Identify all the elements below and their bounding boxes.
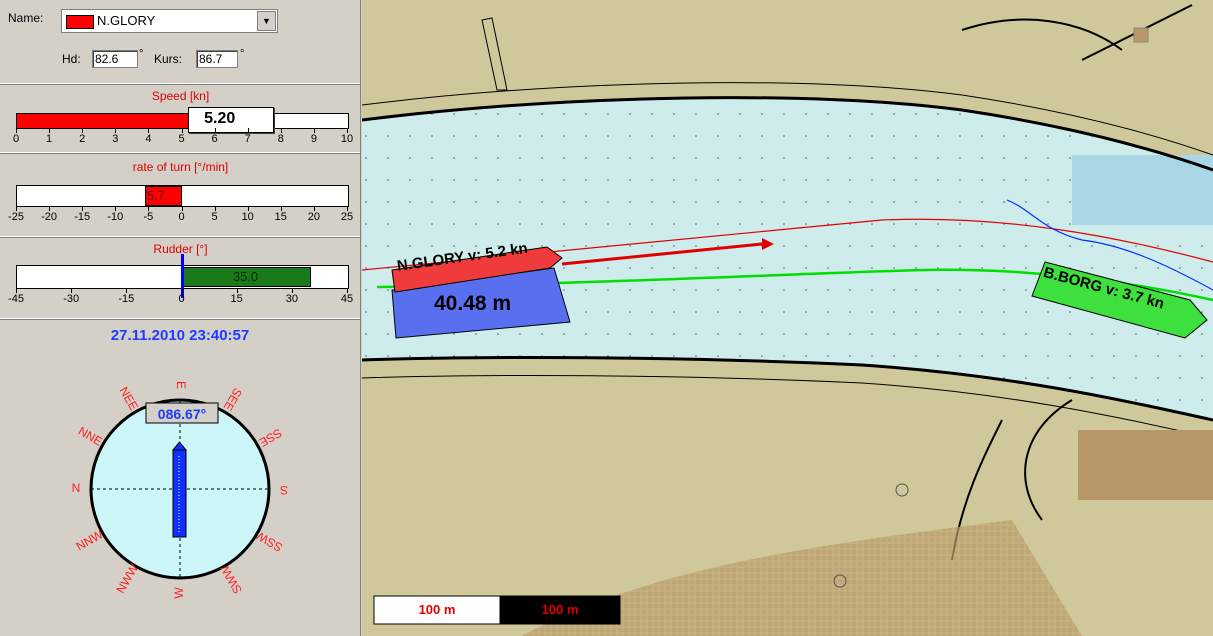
rot-gauge: 5.7 — [16, 185, 349, 207]
scale-white-label: 100 m — [418, 602, 456, 617]
kurs-label: Kurs: — [154, 52, 183, 66]
scale-tick-label: 30 — [285, 293, 298, 305]
hd-label: Hd: — [62, 52, 81, 66]
rot-title: rate of turn [°/min] — [132, 160, 229, 174]
vessel-select[interactable]: N.GLORY ▼ — [61, 9, 278, 33]
speed-gauge — [16, 113, 349, 129]
chart-map[interactable]: N.GLORY v: 5.2 kn 40.48 m B.BORG v: 3.7 … — [362, 0, 1213, 636]
scale-tick-label: 3 — [112, 133, 119, 145]
divider — [0, 236, 360, 238]
scale-black-label: 100 m — [541, 602, 579, 617]
scale-tick-label: -45 — [8, 293, 24, 305]
hd-field[interactable]: 82.6 — [92, 50, 138, 68]
map-canvas[interactable] — [362, 0, 1213, 636]
scale-tick-label: 2 — [79, 133, 86, 145]
scale-tick-label: 45 — [340, 293, 354, 305]
scale-tick-label: 9 — [310, 133, 317, 145]
scale-tick-label: -15 — [118, 293, 135, 305]
scale-tick-label: 5 — [211, 211, 218, 223]
datetime: 27.11.2010 23:40:57 — [110, 327, 250, 344]
compass-direction-label: NNE — [76, 424, 105, 449]
scale-tick-label: 6 — [211, 133, 218, 145]
speed-fill — [17, 114, 190, 128]
scale-tick-label: 1 — [46, 133, 53, 145]
scale-tick-label: 20 — [307, 211, 321, 223]
scale-tick-label: 25 — [340, 211, 354, 223]
scale-tick-label: 15 — [274, 211, 287, 223]
scale-tick-label: 4 — [145, 133, 152, 145]
scale-tick-label: -25 — [8, 211, 24, 223]
divider — [0, 318, 360, 320]
scale-tick-label: 10 — [340, 133, 354, 145]
chevron-down-icon[interactable]: ▼ — [257, 11, 276, 31]
compass-direction-label: N — [72, 481, 81, 495]
rot-value: 5.7 — [146, 188, 165, 203]
divider — [0, 83, 360, 85]
kurs-unit: ° — [240, 48, 245, 60]
scale-tick-label: -15 — [74, 211, 91, 223]
scale-tick-label: -10 — [107, 211, 124, 223]
distance-label: 40.48 m — [434, 292, 512, 315]
scale-tick-label: -5 — [143, 211, 154, 223]
vessel-color-swatch — [66, 15, 94, 29]
compass-direction-label: W — [172, 587, 186, 599]
hd-unit: ° — [139, 48, 144, 60]
speed-title: Speed [kn] — [151, 89, 210, 103]
compass-direction-label: NEE — [116, 384, 140, 412]
name-label: Name: — [8, 11, 44, 25]
compass-heading: 086.67° — [157, 406, 207, 422]
compass-direction-label: E — [174, 381, 188, 389]
scale-tick-label: 0 — [178, 293, 185, 305]
scale-tick-label: 10 — [241, 211, 254, 223]
compass-direction-label: SEE — [221, 385, 245, 413]
rudder-value: 35.0 — [232, 269, 259, 284]
scale-tick-label: 0 — [12, 133, 20, 145]
control-panel: Name: N.GLORY ▼ Hd: 82.6 ° Kurs: 86.7 ° … — [0, 0, 361, 636]
kurs-field[interactable]: 86.7 — [196, 50, 238, 68]
scale-tick-label: -30 — [63, 293, 80, 305]
scale-tick-label: 0 — [178, 211, 185, 223]
scale-tick-label: 8 — [277, 133, 284, 145]
scale-tick-label: -20 — [41, 211, 58, 223]
divider — [0, 152, 360, 154]
scale-tick-label: 5 — [178, 133, 185, 145]
vessel-name: N.GLORY — [97, 13, 156, 28]
scale-tick-label: 15 — [230, 293, 243, 305]
compass: ESEESSESSSWSWWWNWWNNWNNNENEE — [72, 381, 288, 599]
scale-tick-label: 7 — [244, 133, 251, 145]
compass-direction-label: S — [280, 483, 288, 497]
ship-heading-icon — [172, 449, 187, 538]
speed-value: 5.20 — [204, 110, 236, 127]
compass-direction-label: SSE — [257, 426, 285, 450]
